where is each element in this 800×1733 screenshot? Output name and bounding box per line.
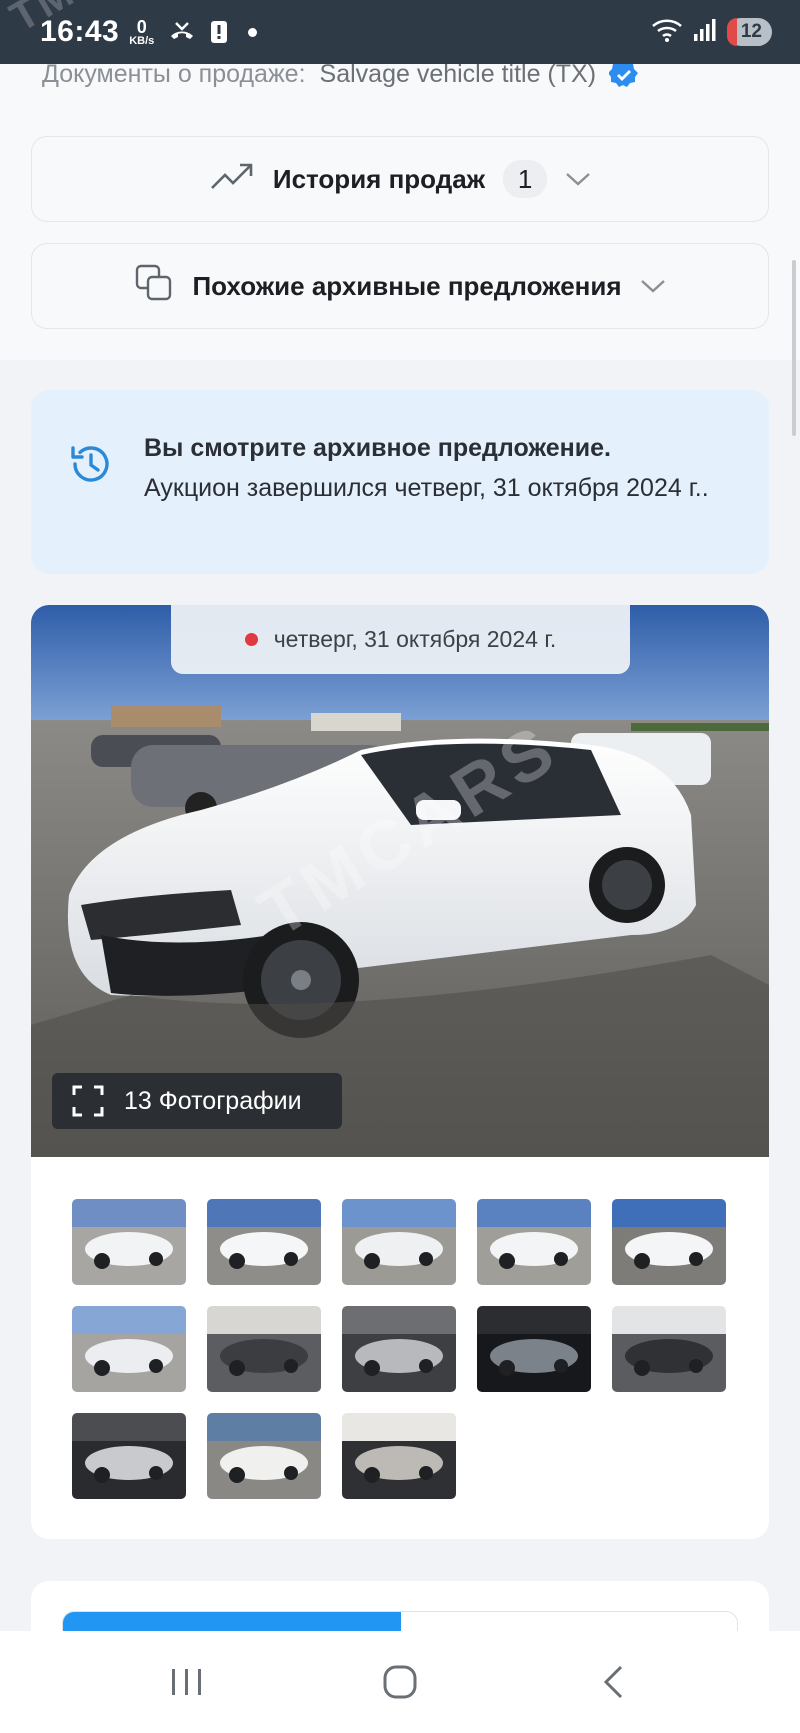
thumbnail-left-side-exterior[interactable] bbox=[207, 1199, 321, 1285]
thumbnail-engine-bay[interactable] bbox=[72, 1413, 186, 1499]
copy-icon bbox=[134, 263, 174, 310]
sale-documents-label: Документы о продаже: bbox=[42, 60, 306, 88]
thumbnail-interior-rear-seats[interactable] bbox=[612, 1306, 726, 1392]
trending-up-icon bbox=[209, 161, 255, 198]
network-speed: 0 KB/s bbox=[129, 16, 155, 47]
thumbnail-instrument-cluster[interactable] bbox=[477, 1306, 591, 1392]
thumbnail-right-side-exterior[interactable] bbox=[477, 1199, 591, 1285]
battery-indicator: 12 bbox=[726, 18, 772, 46]
fullscreen-icon bbox=[72, 1085, 104, 1117]
live-status-dot bbox=[244, 633, 258, 646]
main-car-photo[interactable]: TMCARS четверг, 31 октября 2024 г. 13 Фо… bbox=[31, 605, 769, 1157]
alert-icon bbox=[210, 19, 228, 45]
sale-documents-row: Документы о продаже: Salvage vehicle titl… bbox=[42, 60, 639, 90]
sales-history-toggle[interactable]: История продаж 1 bbox=[31, 136, 769, 222]
similar-archive-label: Похожие архивные предложения bbox=[192, 270, 622, 301]
status-bar: TMC 16:43 0 KB/s 12 bbox=[0, 0, 800, 64]
sales-history-label: История продаж bbox=[272, 163, 486, 194]
scrollbar-thumb[interactable] bbox=[792, 260, 796, 436]
photo-gallery-card: TMCARS четверг, 31 октября 2024 г. 13 Фо… bbox=[31, 605, 769, 1539]
wifi-icon bbox=[651, 17, 683, 48]
system-nav-bar bbox=[0, 1631, 800, 1733]
chevron-down-icon bbox=[640, 278, 666, 294]
back-icon[interactable] bbox=[568, 1652, 658, 1712]
verified-badge-icon bbox=[608, 60, 639, 90]
home-icon[interactable] bbox=[355, 1652, 445, 1712]
thumbnail-front-exterior[interactable] bbox=[612, 1199, 726, 1285]
auction-date-badge: четверг, 31 октября 2024 г. bbox=[171, 605, 630, 674]
archive-notice-title: Вы смотрите архивное предложение. bbox=[144, 434, 612, 462]
thumbnail-grid bbox=[72, 1199, 732, 1499]
archive-notice: Вы смотрите архивное предложение. Аукцио… bbox=[31, 390, 769, 574]
thumbnail-document-paper[interactable] bbox=[207, 1413, 321, 1499]
thumbnail-dashboard[interactable] bbox=[342, 1306, 456, 1392]
view-all-photos-button[interactable]: 13 Фотографии bbox=[52, 1073, 342, 1129]
missed-call-icon bbox=[168, 20, 196, 44]
thumbnail-front-left-exterior[interactable] bbox=[72, 1199, 186, 1285]
photos-count-label: 13 Фотографии bbox=[124, 1086, 302, 1115]
signal-icon bbox=[693, 18, 717, 47]
recents-icon[interactable] bbox=[142, 1652, 232, 1712]
thumbnail-rear-right-exterior[interactable] bbox=[342, 1199, 456, 1285]
thumbnail-interior-front-seats[interactable] bbox=[207, 1306, 321, 1392]
chevron-down-icon bbox=[565, 171, 591, 187]
archive-notice-body: Аукцион завершился четверг, 31 октября 2… bbox=[144, 474, 709, 502]
thumbnail-vin-label[interactable] bbox=[342, 1413, 456, 1499]
history-icon bbox=[67, 440, 115, 493]
notification-dot bbox=[248, 27, 258, 37]
auction-date: четверг, 31 октября 2024 г. bbox=[273, 626, 557, 652]
sale-documents-value: Salvage vehicle title (TX) bbox=[319, 60, 597, 88]
similar-archive-offers-toggle[interactable]: Похожие архивные предложения bbox=[31, 243, 769, 329]
listing-details-card: Документы о продаже: Salvage vehicle titl… bbox=[0, 60, 800, 436]
thumbnail-rear-exterior[interactable] bbox=[72, 1306, 186, 1392]
sales-history-count: 1 bbox=[503, 160, 548, 198]
